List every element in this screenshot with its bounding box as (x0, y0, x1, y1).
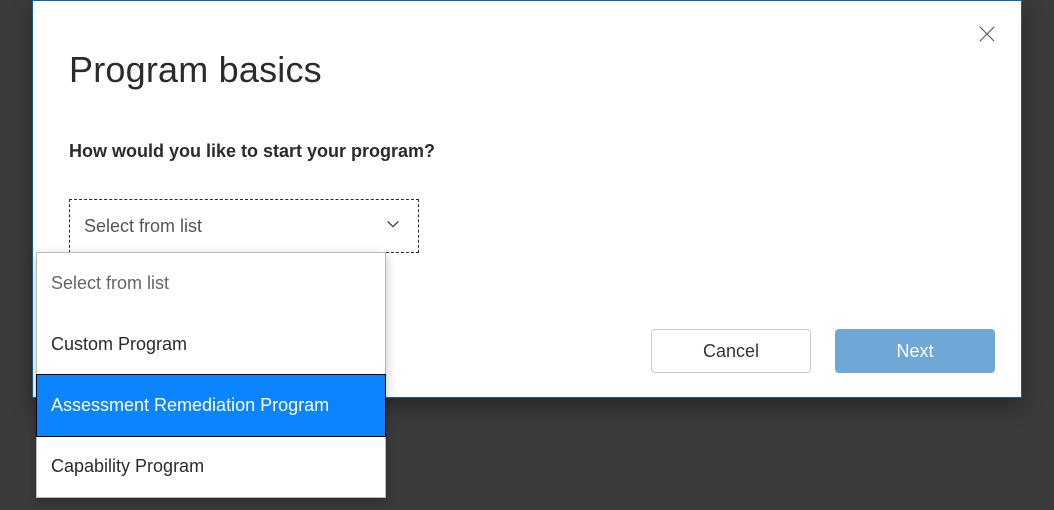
modal-footer: Cancel Next (651, 329, 995, 373)
dropdown-option[interactable]: Select from list (37, 253, 385, 314)
program-type-dropdown: Select from listCustom ProgramAssessment… (36, 252, 386, 498)
next-button[interactable]: Next (835, 329, 995, 373)
modal-question: How would you like to start your program… (69, 141, 435, 162)
chevron-down-icon (384, 215, 402, 238)
close-icon (978, 25, 996, 46)
modal-title: Program basics (69, 49, 322, 91)
select-current-value: Select from list (84, 216, 202, 237)
dropdown-option[interactable]: Assessment Remediation Program (36, 374, 386, 437)
dropdown-option[interactable]: Custom Program (37, 314, 385, 375)
close-button[interactable] (969, 17, 1005, 53)
cancel-button[interactable]: Cancel (651, 329, 811, 373)
dropdown-option[interactable]: Capability Program (37, 436, 385, 497)
program-type-select[interactable]: Select from list (69, 199, 419, 253)
